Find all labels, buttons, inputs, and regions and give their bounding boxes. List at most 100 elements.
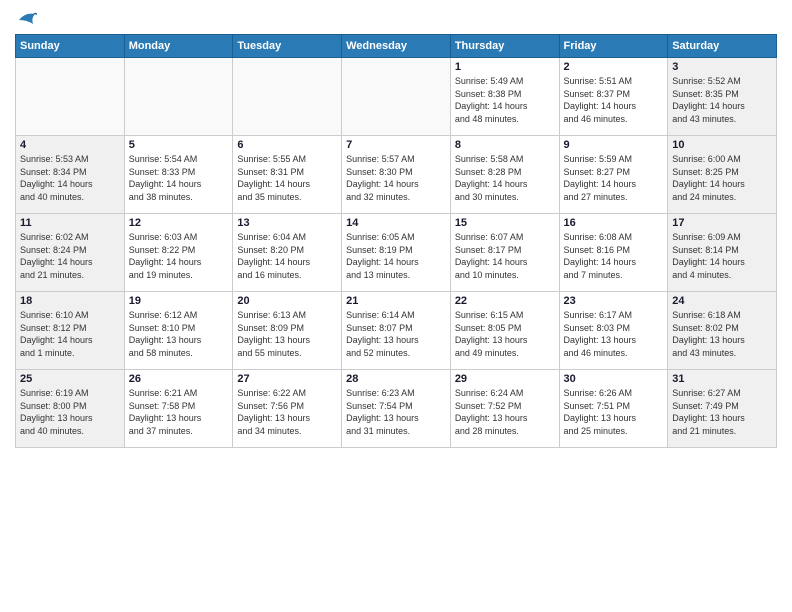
day-info: Sunrise: 5:59 AM Sunset: 8:27 PM Dayligh… [564, 153, 664, 203]
day-number: 11 [20, 217, 120, 229]
day-info: Sunrise: 6:19 AM Sunset: 8:00 PM Dayligh… [20, 387, 120, 437]
day-info: Sunrise: 6:17 AM Sunset: 8:03 PM Dayligh… [564, 309, 664, 359]
logo-bird-icon [17, 10, 37, 28]
calendar-week-row: 1 Sunrise: 5:49 AM Sunset: 8:38 PM Daylig… [16, 58, 777, 136]
day-info: Sunrise: 6:24 AM Sunset: 7:52 PM Dayligh… [455, 387, 555, 437]
day-number: 18 [20, 295, 120, 307]
weekday-header-thursday: Thursday [450, 35, 559, 58]
day-number: 13 [237, 217, 337, 229]
day-info: Sunrise: 6:18 AM Sunset: 8:02 PM Dayligh… [672, 309, 772, 359]
calendar-cell: 18 Sunrise: 6:10 AM Sunset: 8:12 PM Dayli… [16, 292, 125, 370]
calendar-cell [16, 58, 125, 136]
day-number: 29 [455, 373, 555, 385]
weekday-header-sunday: Sunday [16, 35, 125, 58]
logo-text [15, 10, 37, 28]
calendar-cell: 24Sunrise: 6:18 AM Sunset: 8:02 PM Dayli… [668, 292, 777, 370]
day-info: Sunrise: 6:09 AM Sunset: 8:14 PM Dayligh… [672, 231, 772, 281]
day-number: 16 [564, 217, 664, 229]
calendar-week-row: 18 Sunrise: 6:10 AM Sunset: 8:12 PM Dayli… [16, 292, 777, 370]
day-info: Sunrise: 6:13 AM Sunset: 8:09 PM Dayligh… [237, 309, 337, 359]
day-info: Sunrise: 5:55 AM Sunset: 8:31 PM Dayligh… [237, 153, 337, 203]
day-number: 19 [129, 295, 229, 307]
day-number: 26 [129, 373, 229, 385]
calendar-cell: 19 Sunrise: 6:12 AM Sunset: 8:10 PM Dayli… [124, 292, 233, 370]
day-number: 3 [672, 61, 772, 73]
day-info: Sunrise: 6:08 AM Sunset: 8:16 PM Dayligh… [564, 231, 664, 281]
day-info: Sunrise: 6:02 AM Sunset: 8:24 PM Dayligh… [20, 231, 120, 281]
calendar-cell: 8Sunrise: 5:58 AM Sunset: 8:28 PM Daylig… [450, 136, 559, 214]
calendar-cell: 31Sunrise: 6:27 AM Sunset: 7:49 PM Dayli… [668, 370, 777, 448]
calendar-cell: 11 Sunrise: 6:02 AM Sunset: 8:24 PM Dayli… [16, 214, 125, 292]
calendar-cell: 10 Sunrise: 6:00 AM Sunset: 8:25 PM Dayli… [668, 136, 777, 214]
day-info: Sunrise: 5:57 AM Sunset: 8:30 PM Dayligh… [346, 153, 446, 203]
day-number: 15 [455, 217, 555, 229]
day-number: 10 [672, 139, 772, 151]
day-info: Sunrise: 6:07 AM Sunset: 8:17 PM Dayligh… [455, 231, 555, 281]
calendar-cell: 17 Sunrise: 6:09 AM Sunset: 8:14 PM Dayli… [668, 214, 777, 292]
day-info: Sunrise: 5:52 AM Sunset: 8:35 PM Dayligh… [672, 75, 772, 125]
day-info: Sunrise: 6:14 AM Sunset: 8:07 PM Dayligh… [346, 309, 446, 359]
day-number: 6 [237, 139, 337, 151]
calendar-week-row: 4 Sunrise: 5:53 AM Sunset: 8:34 PM Daylig… [16, 136, 777, 214]
calendar-cell: 20Sunrise: 6:13 AM Sunset: 8:09 PM Dayli… [233, 292, 342, 370]
day-info: Sunrise: 6:23 AM Sunset: 7:54 PM Dayligh… [346, 387, 446, 437]
day-number: 31 [672, 373, 772, 385]
calendar-cell: 29 Sunrise: 6:24 AM Sunset: 7:52 PM Dayli… [450, 370, 559, 448]
day-number: 2 [564, 61, 664, 73]
day-number: 23 [564, 295, 664, 307]
day-info: Sunrise: 6:21 AM Sunset: 7:58 PM Dayligh… [129, 387, 229, 437]
calendar: SundayMondayTuesdayWednesdayThursdayFrid… [15, 34, 777, 448]
day-number: 5 [129, 139, 229, 151]
day-number: 1 [455, 61, 555, 73]
calendar-cell: 13 Sunrise: 6:04 AM Sunset: 8:20 PM Dayli… [233, 214, 342, 292]
calendar-cell: 25 Sunrise: 6:19 AM Sunset: 8:00 PM Dayli… [16, 370, 125, 448]
calendar-week-row: 11 Sunrise: 6:02 AM Sunset: 8:24 PM Dayli… [16, 214, 777, 292]
day-info: Sunrise: 6:26 AM Sunset: 7:51 PM Dayligh… [564, 387, 664, 437]
day-info: Sunrise: 6:22 AM Sunset: 7:56 PM Dayligh… [237, 387, 337, 437]
calendar-cell: 28 Sunrise: 6:23 AM Sunset: 7:54 PM Dayli… [342, 370, 451, 448]
weekday-header-wednesday: Wednesday [342, 35, 451, 58]
day-number: 27 [237, 373, 337, 385]
day-info: Sunrise: 6:15 AM Sunset: 8:05 PM Dayligh… [455, 309, 555, 359]
calendar-cell: 2 Sunrise: 5:51 AM Sunset: 8:37 PM Daylig… [559, 58, 668, 136]
calendar-cell: 4 Sunrise: 5:53 AM Sunset: 8:34 PM Daylig… [16, 136, 125, 214]
day-info: Sunrise: 5:49 AM Sunset: 8:38 PM Dayligh… [455, 75, 555, 125]
calendar-cell: 30 Sunrise: 6:26 AM Sunset: 7:51 PM Dayli… [559, 370, 668, 448]
day-number: 9 [564, 139, 664, 151]
calendar-cell: 27 Sunrise: 6:22 AM Sunset: 7:56 PM Dayli… [233, 370, 342, 448]
calendar-cell [124, 58, 233, 136]
weekday-header-friday: Friday [559, 35, 668, 58]
calendar-cell: 22 Sunrise: 6:15 AM Sunset: 8:05 PM Dayli… [450, 292, 559, 370]
calendar-cell: 15 Sunrise: 6:07 AM Sunset: 8:17 PM Dayli… [450, 214, 559, 292]
calendar-cell [342, 58, 451, 136]
day-number: 17 [672, 217, 772, 229]
calendar-cell: 1 Sunrise: 5:49 AM Sunset: 8:38 PM Daylig… [450, 58, 559, 136]
calendar-cell [233, 58, 342, 136]
weekday-header-monday: Monday [124, 35, 233, 58]
day-number: 8 [455, 139, 555, 151]
calendar-cell: 21Sunrise: 6:14 AM Sunset: 8:07 PM Dayli… [342, 292, 451, 370]
day-number: 4 [20, 139, 120, 151]
calendar-cell: 26 Sunrise: 6:21 AM Sunset: 7:58 PM Dayli… [124, 370, 233, 448]
day-info: Sunrise: 5:53 AM Sunset: 8:34 PM Dayligh… [20, 153, 120, 203]
day-number: 30 [564, 373, 664, 385]
day-number: 12 [129, 217, 229, 229]
calendar-cell: 12 Sunrise: 6:03 AM Sunset: 8:22 PM Dayli… [124, 214, 233, 292]
day-info: Sunrise: 5:51 AM Sunset: 8:37 PM Dayligh… [564, 75, 664, 125]
calendar-cell: 14Sunrise: 6:05 AM Sunset: 8:19 PM Dayli… [342, 214, 451, 292]
weekday-header-tuesday: Tuesday [233, 35, 342, 58]
day-info: Sunrise: 6:00 AM Sunset: 8:25 PM Dayligh… [672, 153, 772, 203]
day-info: Sunrise: 6:05 AM Sunset: 8:19 PM Dayligh… [346, 231, 446, 281]
calendar-cell: 7Sunrise: 5:57 AM Sunset: 8:30 PM Daylig… [342, 136, 451, 214]
day-number: 25 [20, 373, 120, 385]
day-info: Sunrise: 6:03 AM Sunset: 8:22 PM Dayligh… [129, 231, 229, 281]
day-number: 22 [455, 295, 555, 307]
calendar-cell: 9 Sunrise: 5:59 AM Sunset: 8:27 PM Daylig… [559, 136, 668, 214]
weekday-header-saturday: Saturday [668, 35, 777, 58]
day-info: Sunrise: 6:04 AM Sunset: 8:20 PM Dayligh… [237, 231, 337, 281]
day-info: Sunrise: 6:12 AM Sunset: 8:10 PM Dayligh… [129, 309, 229, 359]
day-info: Sunrise: 5:54 AM Sunset: 8:33 PM Dayligh… [129, 153, 229, 203]
page: SundayMondayTuesdayWednesdayThursdayFrid… [0, 0, 792, 612]
day-number: 28 [346, 373, 446, 385]
day-info: Sunrise: 6:10 AM Sunset: 8:12 PM Dayligh… [20, 309, 120, 359]
